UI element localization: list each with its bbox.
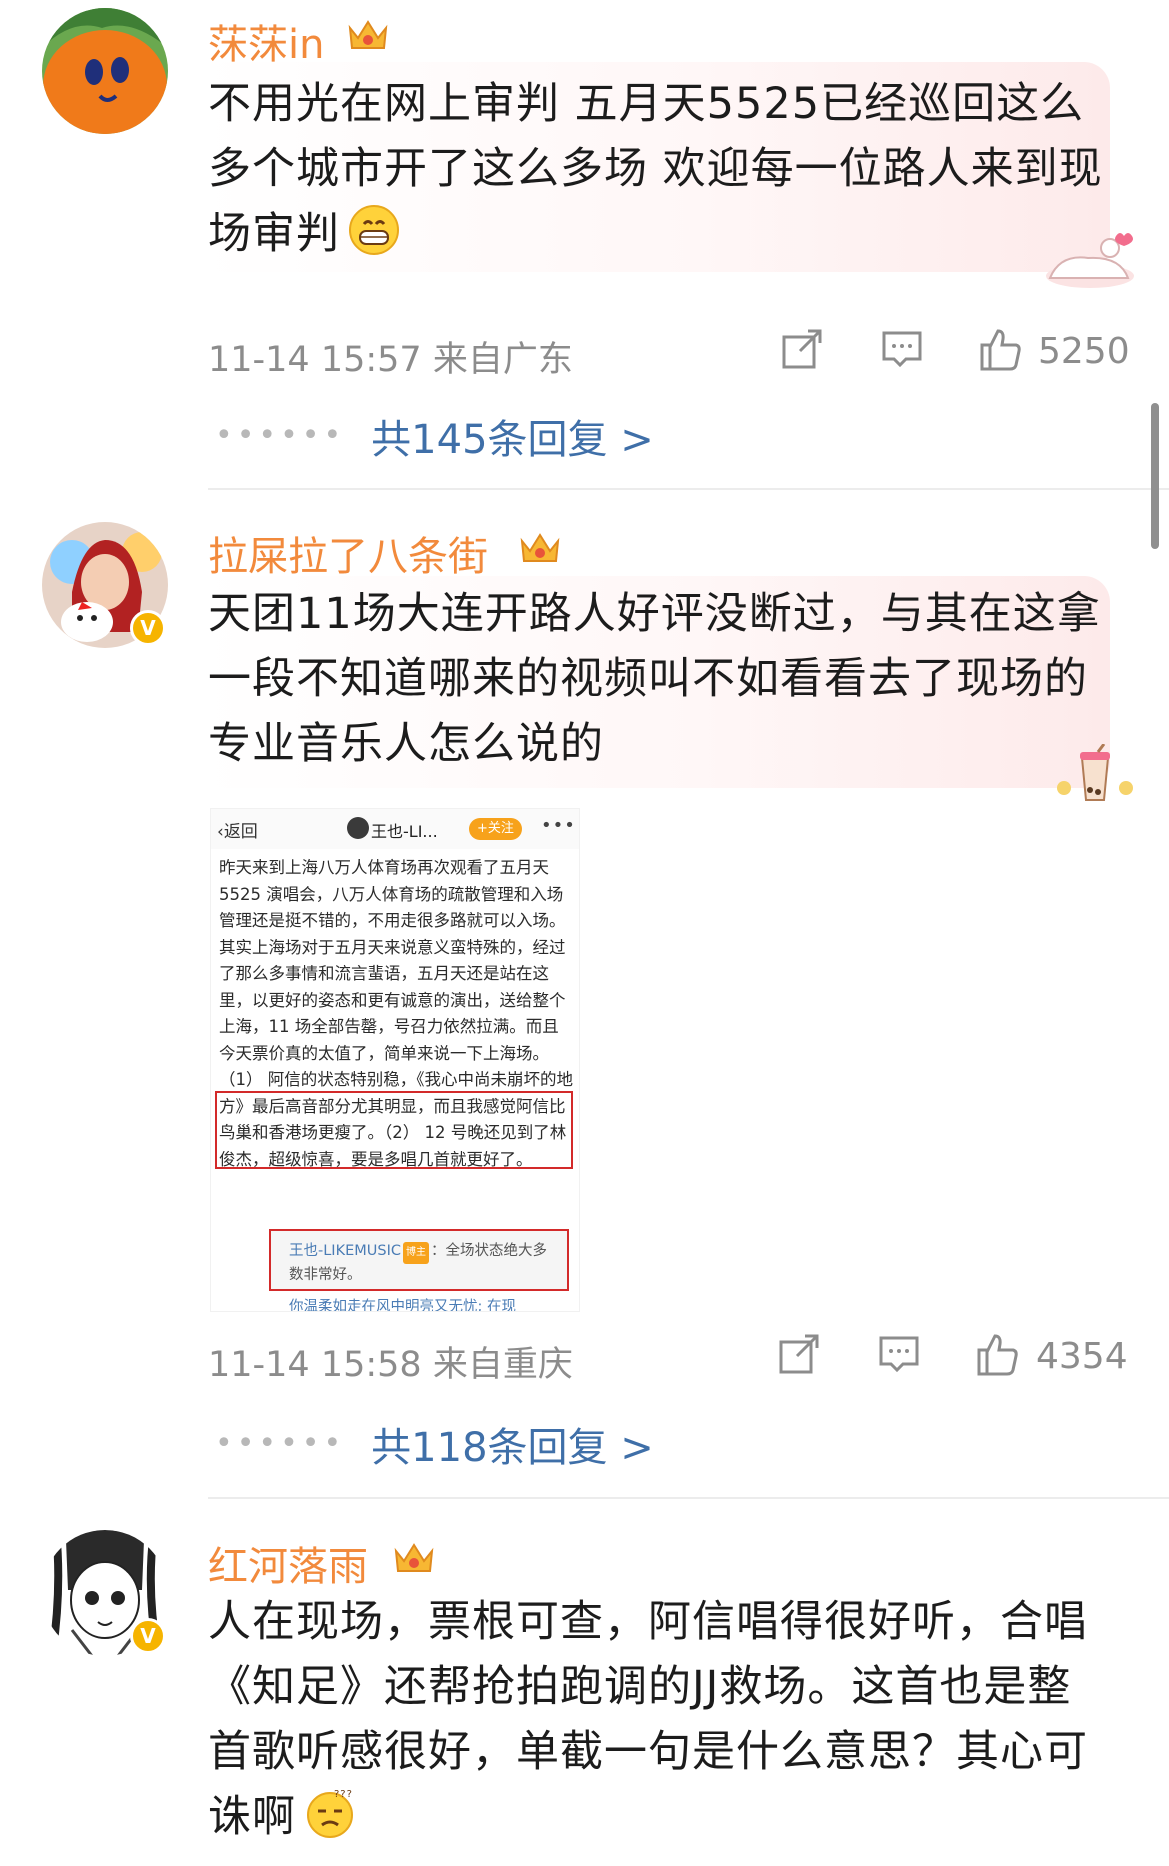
username[interactable]: 红河落雨 bbox=[208, 1534, 368, 1592]
crown-badge-icon bbox=[348, 20, 388, 49]
screenshot-tail-text: 你温柔如走在风中明亮又无忧; 在现 bbox=[289, 1299, 516, 1312]
like-icon[interactable] bbox=[976, 325, 1024, 373]
comment-text: 天团11场大连开路人好评没断过，与其在这拿一段不知道哪来的视频叫不如看看去了现场… bbox=[208, 589, 1101, 769]
svg-text:???: ??? bbox=[334, 1789, 353, 1800]
comment-icon[interactable] bbox=[875, 1330, 923, 1378]
view-replies-link[interactable]: •••••• 共118条回复 > bbox=[215, 1415, 654, 1473]
follow-button: +关注 bbox=[469, 818, 522, 840]
like-count: 5250 bbox=[1038, 331, 1130, 372]
divider bbox=[208, 488, 1169, 490]
comment-text: 人在现场，票根可查，阿信唱得很好听，合唱《知足》还帮抢拍跑调的JJ救场。这首也是… bbox=[208, 1597, 1088, 1842]
highlight-box bbox=[215, 1091, 573, 1169]
like-count: 4354 bbox=[1036, 1336, 1128, 1377]
ellipsis-icon: •••••• bbox=[215, 1426, 346, 1461]
timestamp-location: 11-14 15:58 来自重庆 bbox=[208, 1345, 573, 1385]
share-icon[interactable] bbox=[778, 325, 826, 373]
comment-meta-row: 11-14 15:57 来自广东 5250 bbox=[208, 325, 1130, 381]
back-link: ‹返回 bbox=[217, 822, 258, 842]
like-icon[interactable] bbox=[973, 1330, 1021, 1378]
username[interactable]: 拉屎拉了八条街 bbox=[208, 524, 488, 582]
comment-2: V 拉屎拉了八条街 天团11场大连开路人好评没断过，与其在这拿一段不知道哪来的视… bbox=[0, 500, 1169, 1480]
screenshot-header: ‹返回 王也-LI... +关注 ••• bbox=[211, 809, 579, 849]
highlighted-reply: 王也-LIKEMUSIC 博主 ：全场状态绝大多数非常好。 bbox=[269, 1229, 569, 1291]
author-name: 王也-LI... bbox=[371, 822, 438, 841]
grin-emoji-icon bbox=[349, 205, 399, 255]
reply-user: 王也-LIKEMUSIC bbox=[289, 1243, 401, 1259]
attached-screenshot[interactable]: ‹返回 王也-LI... +关注 ••• 昨天来到上海八万人体育场再次观看了五月… bbox=[210, 808, 580, 1312]
comment-1: 莯莯in 不用光在网上审判 五月天5525已经巡回这么多个城市开了这么多场 欢迎… bbox=[0, 0, 1169, 463]
avatar bbox=[347, 817, 369, 839]
timestamp-location: 11-14 15:57 来自广东 bbox=[208, 340, 573, 380]
crown-badge-icon bbox=[520, 533, 560, 562]
avatar[interactable] bbox=[42, 8, 168, 134]
comment-meta-row: 11-14 15:58 来自重庆 4354 bbox=[208, 1330, 1128, 1386]
blogger-badge: 博主 bbox=[403, 1242, 429, 1264]
confused-emoji-icon: ??? bbox=[307, 1789, 353, 1838]
comment-3: V 红河落雨 人在现场，票根可查，阿信唱得很好听，合唱《知足》还帮抢拍跑调的JJ… bbox=[0, 1510, 1169, 1866]
verified-badge-icon: V bbox=[130, 1618, 166, 1654]
divider bbox=[208, 1497, 1169, 1499]
share-icon[interactable] bbox=[775, 1330, 823, 1378]
comment-text: 不用光在网上审判 五月天5525已经巡回这么多个城市开了这么多场 欢迎每一位路人… bbox=[208, 79, 1103, 259]
crown-badge-icon bbox=[394, 1543, 434, 1572]
ellipsis-icon: •••••• bbox=[215, 418, 346, 453]
comment-icon[interactable] bbox=[878, 325, 926, 373]
verified-badge-icon: V bbox=[130, 610, 166, 646]
view-replies-link[interactable]: •••••• 共145条回复 > bbox=[215, 407, 654, 465]
more-icon: ••• bbox=[541, 815, 576, 836]
